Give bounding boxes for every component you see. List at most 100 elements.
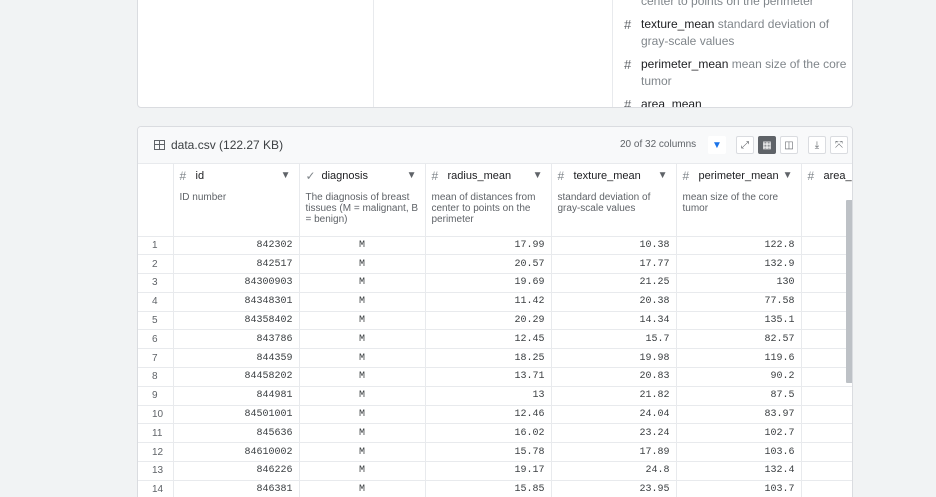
table-view-icon[interactable]: ▦ xyxy=(758,136,776,154)
column-name: perimeter_mean xyxy=(698,170,779,182)
row-index: 14 xyxy=(138,480,174,497)
table-cell: 17.99 xyxy=(425,236,552,256)
row-index: 13 xyxy=(138,461,174,481)
table-row[interactable]: 6 843786 M 12.45 15.7 82.57 xyxy=(138,329,852,350)
table-icon xyxy=(154,140,165,150)
download-icon[interactable]: ⤓ xyxy=(808,136,826,154)
row-index: 1 xyxy=(138,236,174,256)
table-cell: 103.6 xyxy=(676,442,802,463)
table-row[interactable]: 4 84348301 M 11.42 20.38 77.58 xyxy=(138,292,852,312)
table-cell: 842302 xyxy=(173,236,300,256)
table-cell: 19.17 xyxy=(425,461,552,481)
number-type-icon: # xyxy=(807,169,815,183)
table-cell: M xyxy=(299,461,426,481)
table-cell: 87.5 xyxy=(676,386,802,406)
table-cell: 844981 xyxy=(173,386,300,406)
column-header-id[interactable]: # id ▼ ID number xyxy=(173,164,300,237)
table-cell: 16.02 xyxy=(425,423,552,444)
column-name: texture_mean xyxy=(573,170,641,182)
table-cell: 15.85 xyxy=(425,480,552,497)
table-cell: 135.1 xyxy=(676,311,802,331)
column-entry-texture-mean[interactable]: # texture_mean standard deviation of gra… xyxy=(623,16,851,50)
table-cell: 23.24 xyxy=(551,423,677,444)
table-cell: 77.58 xyxy=(676,292,802,312)
table-row[interactable]: 9 844981 M 13 21.82 87.5 xyxy=(138,386,852,406)
column-name: diagnosis xyxy=(321,170,368,182)
column-entry-perimeter-mean[interactable]: # perimeter_mean mean size of the core t… xyxy=(623,56,851,90)
view-toolbar: ▼ ⤢ ▦ ◫ ⤓ ⤧ xyxy=(708,136,848,154)
table-cell: M xyxy=(299,367,426,387)
table-cell: M xyxy=(299,480,426,497)
table-cell: 15.7 xyxy=(551,329,677,350)
row-index: 9 xyxy=(138,386,174,406)
number-type-icon: # xyxy=(624,17,632,32)
table-cell: 10.38 xyxy=(551,236,677,256)
column-entry-area-mean[interactable]: # area_mean xyxy=(623,96,851,107)
column-header-radius-mean[interactable]: # radius_mean ▼ mean of distances from ce… xyxy=(425,164,552,237)
fullscreen-icon[interactable]: ⤧ xyxy=(830,136,848,154)
column-description: center to points on the perimeter xyxy=(641,0,814,8)
filter-icon[interactable]: ▼ xyxy=(708,136,726,154)
table-cell: 84358402 xyxy=(173,311,300,331)
column-description: mean size of the core tumor xyxy=(682,192,779,214)
table-cell: 24.8 xyxy=(551,461,677,481)
table-cell: 13.71 xyxy=(425,367,552,387)
row-index: 2 xyxy=(138,254,174,275)
table-cell: 82.57 xyxy=(676,329,802,350)
table-cell: 19.69 xyxy=(425,273,552,293)
filter-icon[interactable]: ▼ xyxy=(533,170,543,181)
table-cell: 846226 xyxy=(173,461,300,481)
table-row[interactable]: 11 845636 M 16.02 23.24 102.7 xyxy=(138,423,852,444)
filter-icon[interactable]: ▼ xyxy=(658,170,668,181)
number-type-icon: # xyxy=(179,169,187,183)
table-cell: M xyxy=(299,423,426,444)
table-cell-empty xyxy=(801,405,852,425)
data-table-container[interactable]: # id ▼ ID number ✓ diagnosis ▼ The diagnos… xyxy=(138,164,852,497)
table-cell: 84501001 xyxy=(173,405,300,425)
column-name: id xyxy=(195,170,205,182)
table-row[interactable]: 13 846226 M 19.17 24.8 132.4 xyxy=(138,461,852,481)
row-index: 8 xyxy=(138,367,174,387)
table-cell: 132.9 xyxy=(676,254,802,275)
number-type-icon: # xyxy=(431,169,439,183)
table-row[interactable]: 10 84501001 M 12.46 24.04 83.97 xyxy=(138,405,852,425)
table-cell: 846381 xyxy=(173,480,300,497)
file-title: data.csv (122.27 KB) xyxy=(154,138,283,152)
table-row[interactable]: 12 84610002 M 15.78 17.89 103.6 xyxy=(138,442,852,463)
header-row: # id ▼ ID number ✓ diagnosis ▼ The diagnos… xyxy=(138,164,852,237)
row-index: 6 xyxy=(138,329,174,350)
table-row[interactable]: 3 84300903 M 19.69 21.25 130 xyxy=(138,273,852,293)
column-header-perimeter-mean[interactable]: # perimeter_mean ▼ mean size of the core … xyxy=(676,164,802,237)
expand-icon[interactable]: ⤢ xyxy=(736,136,754,154)
row-index: 10 xyxy=(138,405,174,425)
table-row[interactable]: 5 84358402 M 20.29 14.34 135.1 xyxy=(138,311,852,331)
table-row[interactable]: 7 844359 M 18.25 19.98 119.6 xyxy=(138,348,852,369)
number-type-icon: # xyxy=(624,57,632,72)
table-cell: 84458202 xyxy=(173,367,300,387)
column-entry-radius-mean[interactable]: center to points on the perimeter xyxy=(623,0,851,10)
filter-icon[interactable]: ▼ xyxy=(783,170,793,181)
table-cell: 17.77 xyxy=(551,254,677,275)
number-type-icon: # xyxy=(557,169,565,183)
table-cell: 119.6 xyxy=(676,348,802,369)
table-cell: 102.7 xyxy=(676,423,802,444)
column-view-icon[interactable]: ◫ xyxy=(780,136,798,154)
table-row[interactable]: 2 842517 M 20.57 17.77 132.9 xyxy=(138,254,852,275)
column-header-diagnosis[interactable]: ✓ diagnosis ▼ The diagnosis of breast tis… xyxy=(299,164,426,237)
row-index: 11 xyxy=(138,423,174,444)
column-header-texture-mean[interactable]: # texture_mean ▼ standard deviation of gr… xyxy=(551,164,677,237)
row-index: 4 xyxy=(138,292,174,312)
column-description: mean of distances from center to points … xyxy=(431,192,536,225)
table-cell: 84300903 xyxy=(173,273,300,293)
table-row[interactable]: 14 846381 M 15.85 23.95 103.7 xyxy=(138,480,852,497)
filter-icon[interactable]: ▼ xyxy=(407,170,417,181)
table-cell: 845636 xyxy=(173,423,300,444)
table-cell: 844359 xyxy=(173,348,300,369)
vertical-scrollbar[interactable] xyxy=(846,200,852,383)
table-row[interactable]: 1 842302 M 17.99 10.38 122.8 xyxy=(138,236,852,256)
column-name: area_ xyxy=(823,170,852,182)
filter-icon[interactable]: ▼ xyxy=(281,170,291,181)
table-cell: M xyxy=(299,442,426,463)
table-row[interactable]: 8 84458202 M 13.71 20.83 90.2 xyxy=(138,367,852,387)
table-cell: 122.8 xyxy=(676,236,802,256)
